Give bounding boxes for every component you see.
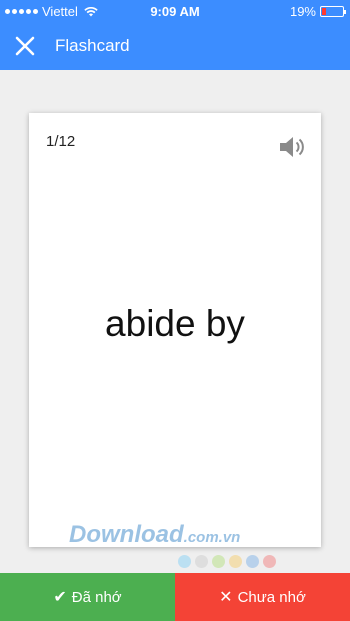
speaker-icon[interactable] xyxy=(279,135,305,159)
watermark-main: Download xyxy=(69,521,184,548)
page-dot xyxy=(178,555,191,568)
page-dot xyxy=(212,555,225,568)
check-icon: ✔ xyxy=(53,589,67,606)
page-dot xyxy=(229,555,242,568)
app-header: Flashcard xyxy=(0,22,350,70)
battery-fill xyxy=(322,8,326,15)
page-dot xyxy=(195,555,208,568)
battery-percent: 19% xyxy=(289,4,316,19)
page-dots xyxy=(178,555,276,568)
close-icon[interactable] xyxy=(13,34,37,58)
status-right: 19% xyxy=(289,4,346,19)
remembered-label: Đã nhớ xyxy=(71,588,122,606)
page-dot xyxy=(246,555,259,568)
watermark-logo: Download.com.vn xyxy=(69,521,240,549)
status-bar: Viettel 9:09 AM 19% xyxy=(0,0,350,22)
remembered-button[interactable]: ✔ Đã nhớ xyxy=(0,573,175,621)
flashcard-word: abide by xyxy=(105,303,245,344)
not-remembered-button[interactable]: ✕ Chưa nhớ xyxy=(175,573,350,621)
page-dot xyxy=(263,555,276,568)
watermark-domain: .com.vn xyxy=(183,529,241,546)
flashcard[interactable]: 1/12 abide by Download.com.vn xyxy=(29,113,321,549)
page-title: Flashcard xyxy=(55,36,130,55)
card-counter: 1/12 xyxy=(46,133,76,150)
battery-icon xyxy=(320,6,346,17)
x-icon: ✕ xyxy=(219,589,233,606)
not-remembered-label: Chưa nhớ xyxy=(237,588,306,606)
action-bar: ✔ Đã nhớ ✕ Chưa nhớ xyxy=(0,573,350,621)
